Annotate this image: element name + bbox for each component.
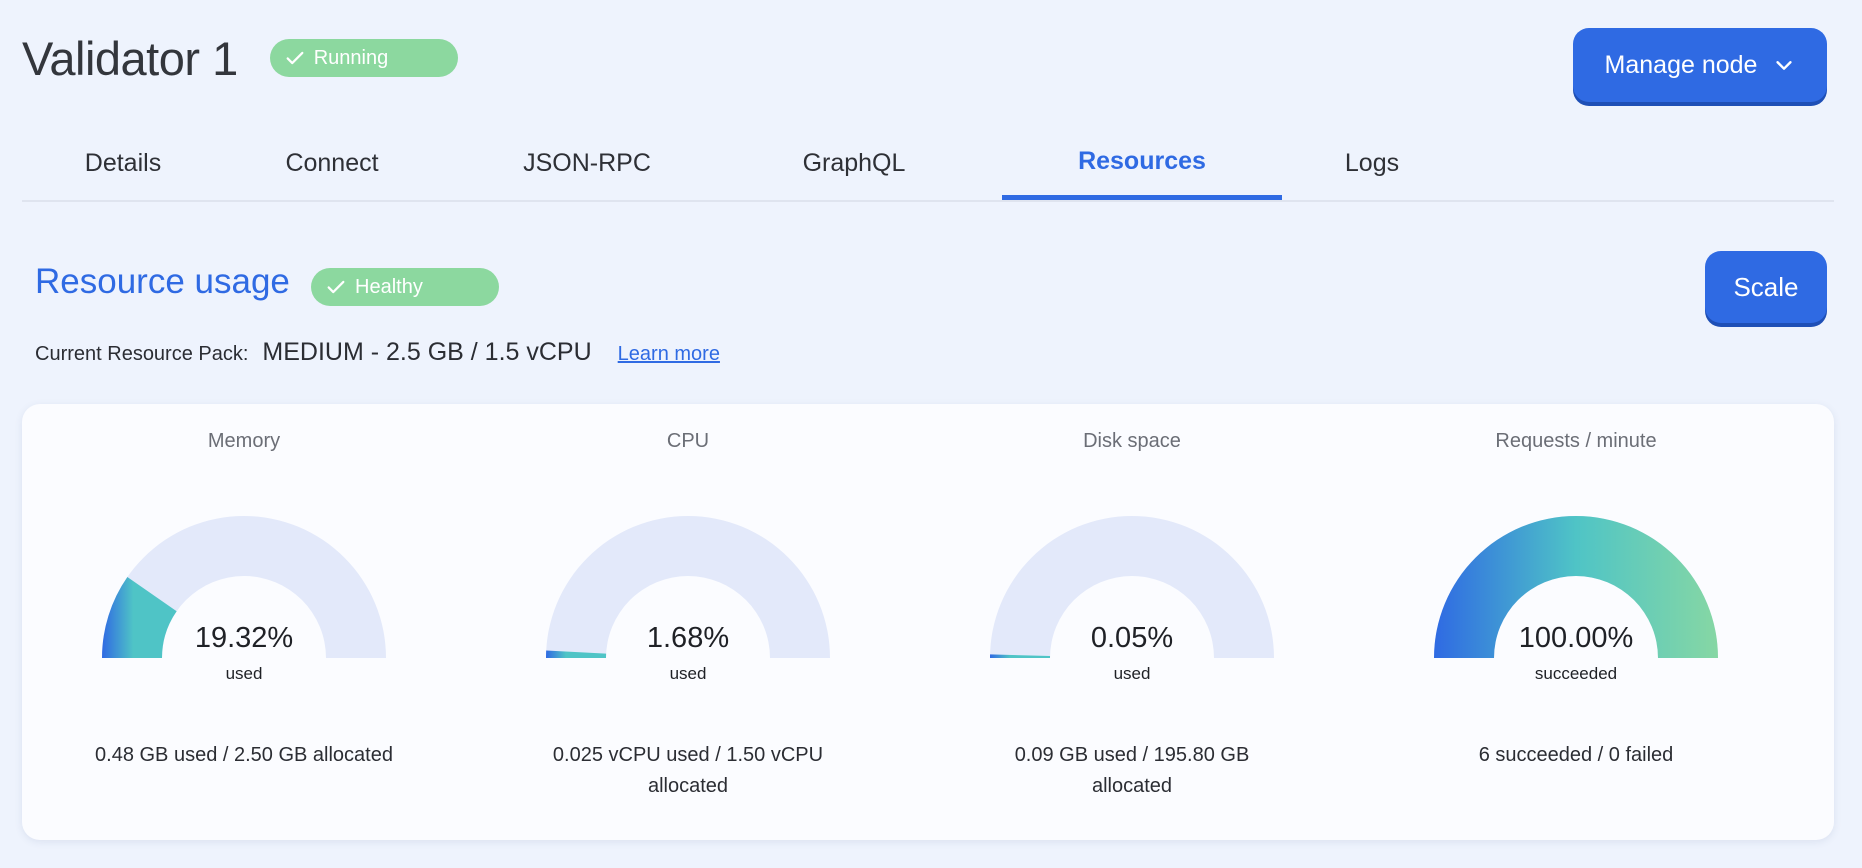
- gauge-detail: 0.09 GB used / 195.80 GB allocated: [1014, 744, 1250, 797]
- tab-json-rpc[interactable]: JSON-RPC: [502, 128, 672, 198]
- check-icon: [327, 280, 345, 294]
- manage-node-label: Manage node: [1604, 50, 1758, 79]
- gauge-detail: 0.025 vCPU used / 1.50 vCPU allocated: [552, 744, 824, 797]
- gauge-percent: 19.32%: [194, 622, 294, 654]
- gauge-cpu: CPU 1.68% used 0.025 vCPU used / 1.50 vC…: [466, 404, 910, 840]
- tab-details[interactable]: Details: [58, 128, 188, 198]
- gauge-percent: 1.68%: [646, 622, 730, 654]
- status-badge-label: Running: [313, 46, 389, 69]
- gauge-percent: 100.00%: [1518, 622, 1634, 654]
- manage-node-button[interactable]: Manage node: [1573, 28, 1827, 102]
- gauge-title: Disk space: [1083, 430, 1181, 452]
- check-icon: [286, 51, 304, 65]
- health-badge-label: Healthy: [355, 275, 423, 298]
- tab-bar: Details Connect JSON-RPC GraphQL Resourc…: [22, 128, 1834, 202]
- gauge-title: Requests / minute: [1495, 430, 1657, 452]
- resource-gauges-card: Memory 19.32% used 0.48 GB used / 2.50 G…: [22, 404, 1834, 840]
- gauge-subtext: used: [1113, 664, 1151, 683]
- learn-more-link[interactable]: Learn more: [618, 343, 720, 366]
- tab-connect[interactable]: Connect: [252, 128, 412, 198]
- gauge-percent: 0.05%: [1090, 622, 1174, 654]
- scale-button[interactable]: Scale: [1705, 251, 1827, 323]
- gauge-title: Memory: [207, 430, 281, 452]
- section-title: Resource usage: [35, 262, 290, 301]
- tab-logs[interactable]: Logs: [1312, 128, 1432, 198]
- health-badge: Healthy: [311, 268, 499, 306]
- tab-resources[interactable]: Resources: [1002, 128, 1282, 200]
- gauge-detail: 6 succeeded / 0 failed: [1478, 744, 1674, 766]
- tab-graphql[interactable]: GraphQL: [774, 128, 934, 198]
- resource-pack-row: Current Resource Pack: MEDIUM - 2.5 GB /…: [35, 338, 720, 367]
- page-title: Validator 1: [22, 31, 238, 85]
- gauge-detail: 0.48 GB used / 2.50 GB allocated: [95, 744, 393, 766]
- gauge-memory: Memory 19.32% used 0.48 GB used / 2.50 G…: [22, 404, 466, 840]
- gauge-title: CPU: [666, 430, 710, 452]
- page-header: Validator 1 Running: [22, 28, 458, 88]
- gauge-disk-space: Disk space 0.05% used 0.09 GB used / 195…: [910, 404, 1354, 840]
- chevron-down-icon: [1776, 61, 1793, 70]
- gauge-subtext: succeeded: [1534, 664, 1618, 683]
- resource-pack-value: MEDIUM - 2.5 GB / 1.5 vCPU: [262, 338, 592, 366]
- status-badge: Running: [269, 39, 458, 77]
- gauge-requests: Requests / minute 100.00% succeeded 6 su…: [1354, 404, 1798, 840]
- gauge-subtext: used: [225, 664, 263, 683]
- gauge-subtext: used: [669, 664, 707, 683]
- resource-pack-label: Current Resource Pack:: [35, 343, 249, 365]
